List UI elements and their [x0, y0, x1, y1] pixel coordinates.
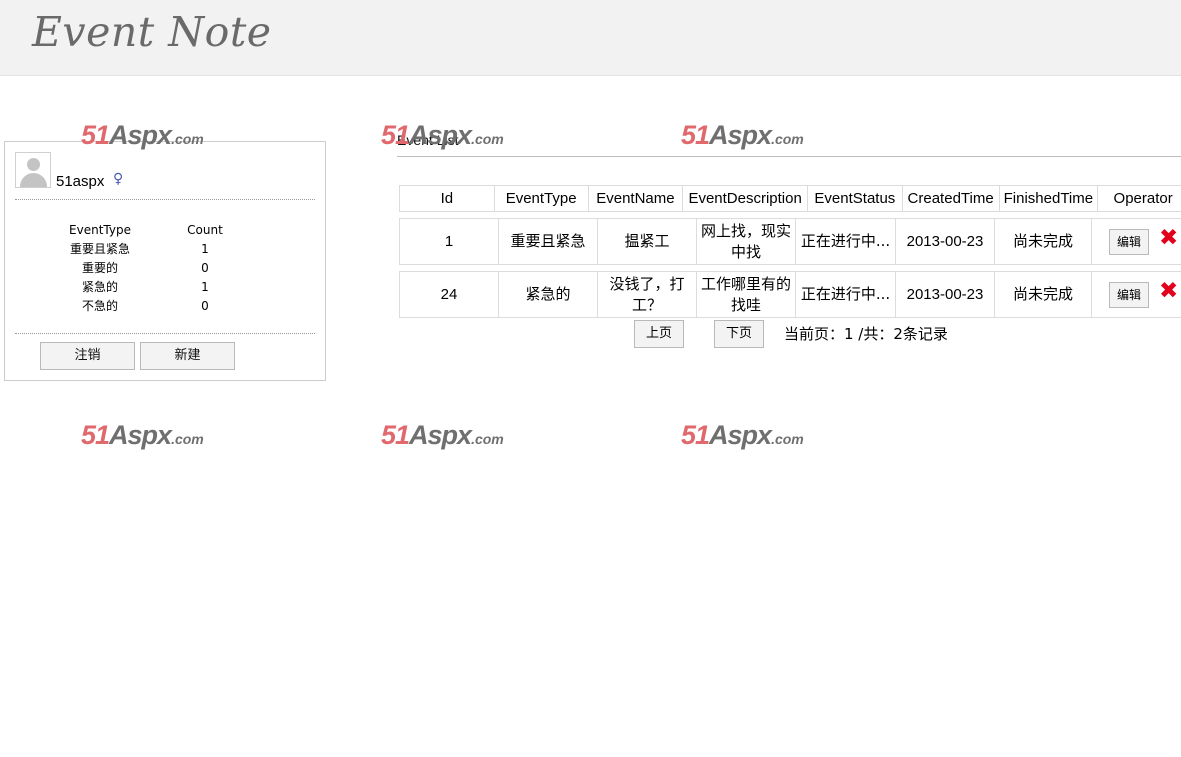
stats-row: 紧急的 1 [50, 277, 260, 296]
stats-header-count: Count [187, 222, 223, 237]
col-header-eventtype: EventType [495, 186, 589, 211]
col-header-eventstatus: EventStatus [808, 186, 903, 211]
col-header-eventdescription: EventDescription [683, 186, 808, 211]
watermark: 51Aspx.com [681, 420, 804, 450]
col-header-finishedtime: FinishedTime [1000, 186, 1099, 211]
divider [397, 156, 1181, 157]
cell-eventstatus: 正在进行中... [796, 272, 896, 317]
cell-finishedtime: 尚未完成 [995, 219, 1092, 264]
cell-createdtime: 2013-00-23 [896, 272, 995, 317]
col-header-operator: Operator [1113, 190, 1173, 207]
delete-icon[interactable]: ✖ [1159, 279, 1178, 302]
username: 51aspx [56, 173, 105, 190]
prev-page-button[interactable]: 上页 [634, 320, 684, 348]
event-stats-table: EventType Count 重要且紧急 1 重要的 0 紧急的 1 不急的 … [50, 220, 260, 315]
cell-id: 1 [400, 219, 499, 264]
stats-row: 重要的 0 [50, 258, 260, 277]
app-logo: Event Note [32, 8, 272, 56]
watermark: 51Aspx.com [81, 420, 204, 450]
logout-button[interactable]: 注销 [40, 342, 135, 370]
stats-count: 1 [201, 279, 209, 294]
stats-count: 0 [201, 260, 209, 275]
new-event-button[interactable]: 新建 [140, 342, 235, 370]
cell-operator: 编辑 ✖ [1092, 272, 1181, 317]
cell-eventtype: 紧急的 [499, 272, 598, 317]
cell-eventstatus: 正在进行中... [796, 219, 896, 264]
stats-row: 不急的 0 [50, 296, 260, 315]
table-row: 1 重要且紧急 揾紧工 网上找，现实中找 正在进行中... 2013-00-23… [399, 218, 1181, 265]
watermark: 51Aspx.com [381, 420, 504, 450]
cell-eventdescription: 网上找，现实中找 [697, 219, 796, 264]
stats-count: 0 [201, 298, 209, 313]
stats-type: 重要且紧急 [69, 242, 130, 256]
cell-id: 24 [400, 272, 499, 317]
cell-finishedtime: 尚未完成 [995, 272, 1092, 317]
stats-count: 1 [201, 241, 209, 256]
table-row: 24 紧急的 没钱了，打工？ 工作哪里有的找哇 正在进行中... 2013-00… [399, 271, 1181, 318]
cell-eventname: 揾紧工 [598, 219, 697, 264]
cell-eventname: 没钱了，打工？ [598, 272, 697, 317]
cell-eventdescription: 工作哪里有的找哇 [697, 272, 796, 317]
col-header-id: Id [400, 186, 495, 211]
next-page-button[interactable]: 下页 [714, 320, 764, 348]
female-icon: ♀ [113, 171, 124, 187]
col-header-createdtime: CreatedTime [903, 186, 1000, 211]
edit-button[interactable]: 编辑 [1109, 228, 1149, 255]
cell-eventtype: 重要且紧急 [499, 219, 598, 264]
divider [15, 333, 315, 334]
event-list-title: Event List [397, 132, 459, 148]
cell-createdtime: 2013-00-23 [896, 219, 995, 264]
divider [15, 199, 315, 200]
cell-operator: 编辑 ✖ [1092, 219, 1181, 264]
stats-row: 重要且紧急 1 [50, 239, 260, 258]
delete-icon[interactable]: ✖ [1159, 226, 1178, 249]
stats-header-type: EventType [69, 222, 131, 237]
edit-button[interactable]: 编辑 [1109, 281, 1149, 308]
table-header: Id EventType EventName EventDescription … [399, 185, 1181, 212]
page-info: 当前页：1 /共：2条记录 [784, 325, 948, 343]
avatar [15, 152, 51, 188]
app-header: Event Note [0, 0, 1181, 76]
user-panel: 51aspx ♀ EventType Count 重要且紧急 1 重要的 0 紧… [4, 141, 326, 381]
col-header-eventname: EventName [589, 186, 684, 211]
watermark: 51Aspx.com [681, 120, 804, 150]
stats-type: 紧急的 [81, 280, 118, 294]
stats-type: 重要的 [81, 261, 118, 275]
stats-type: 不急的 [81, 299, 118, 313]
